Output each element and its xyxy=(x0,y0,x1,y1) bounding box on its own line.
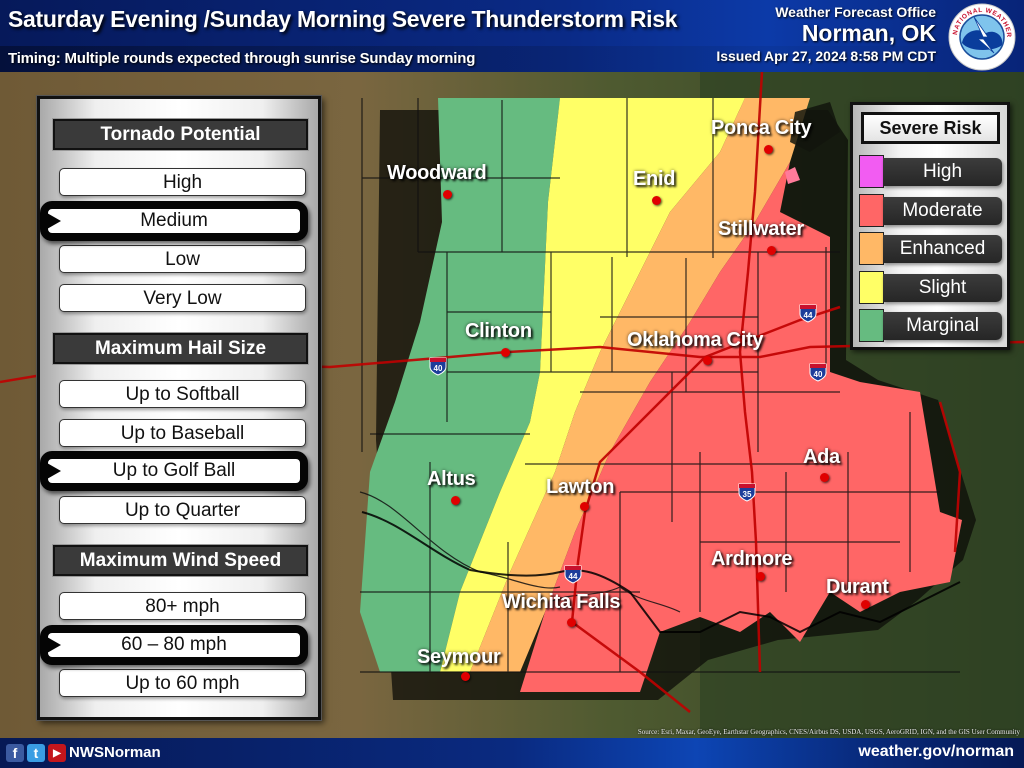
city-label-altus: Altus xyxy=(427,468,476,490)
hail-option-baseball: Up to Baseball xyxy=(59,419,306,447)
wind-speed-heading: Maximum Wind Speed xyxy=(53,545,308,576)
tornado-potential-heading: Tornado Potential xyxy=(53,119,308,150)
legend-label-enhanced: Enhanced xyxy=(883,235,1002,263)
hail-option-golf-ball-label: Up to Golf Ball xyxy=(112,460,236,481)
city-label-stillwater: Stillwater xyxy=(718,218,804,240)
city-dot-clinton xyxy=(501,348,510,357)
legend-item-moderate: Moderate xyxy=(859,194,1002,228)
interstate-44-north-shield-icon: 44 xyxy=(799,304,817,323)
city-label-wichita-falls: Wichita Falls xyxy=(502,591,621,613)
legend-label-moderate: Moderate xyxy=(883,197,1002,225)
legend-label-high: High xyxy=(883,158,1002,186)
city-label-seymour: Seymour xyxy=(417,646,501,668)
interstate-44-south-shield-icon: 44 xyxy=(564,565,582,584)
wind-option-60-80-selected: 60 – 80 mph xyxy=(40,625,308,665)
youtube-icon[interactable]: ▶ xyxy=(48,744,66,762)
legend-swatch-slight xyxy=(859,271,884,304)
legend-item-slight: Slight xyxy=(859,271,1002,305)
tornado-option-medium-selected: Medium xyxy=(40,201,308,241)
severe-risk-legend: Severe Risk High Moderate Enhanced Sligh… xyxy=(850,102,1010,350)
social-handle[interactable]: NWSNorman xyxy=(69,744,161,761)
interstate-40-west-shield-icon: 40 xyxy=(429,357,447,376)
website-link[interactable]: weather.gov/norman xyxy=(858,743,1014,761)
hail-option-quarter: Up to Quarter xyxy=(59,496,306,524)
city-label-ada: Ada xyxy=(803,446,840,468)
city-dot-woodward xyxy=(443,190,452,199)
wind-option-up-to-60: Up to 60 mph xyxy=(59,669,306,697)
footer-bar: f t ▶ NWSNorman weather.gov/norman xyxy=(0,738,1024,768)
svg-text:40: 40 xyxy=(434,364,443,373)
legend-label-marginal: Marginal xyxy=(883,312,1002,340)
map-attribution: Source: Esri, Maxar, GeoEye, Earthstar G… xyxy=(637,728,1020,736)
header-banner: Saturday Evening /Sunday Morning Severe … xyxy=(0,0,1024,72)
wind-option-60-80-label: 60 – 80 mph xyxy=(121,634,227,655)
svg-text:44: 44 xyxy=(569,572,578,581)
city-label-clinton: Clinton xyxy=(465,320,532,342)
hail-option-softball: Up to Softball xyxy=(59,380,306,408)
tornado-option-medium-label: Medium xyxy=(140,210,208,231)
nws-logo-icon: NATIONAL WEATHER SERVICE xyxy=(948,3,1016,71)
selection-arrow-icon xyxy=(47,463,61,479)
issued-timestamp: Issued Apr 27, 2024 8:58 PM CDT xyxy=(716,48,936,64)
hail-size-heading: Maximum Hail Size xyxy=(53,333,308,364)
city-label-woodward: Woodward xyxy=(387,162,487,184)
city-dot-lawton xyxy=(580,502,589,511)
facebook-icon[interactable]: f xyxy=(6,744,24,762)
legend-title: Severe Risk xyxy=(861,112,1000,144)
legend-swatch-marginal xyxy=(859,309,884,342)
city-dot-wichita-falls xyxy=(567,618,576,627)
city-label-ponca-city: Ponca City xyxy=(711,117,812,139)
legend-swatch-moderate xyxy=(859,194,884,227)
interstate-35-shield-icon: 35 xyxy=(738,483,756,502)
threat-panel: Tornado Potential High Medium Low Very L… xyxy=(37,96,321,720)
city-dot-enid xyxy=(652,196,661,205)
city-dot-oklahoma-city xyxy=(703,356,712,365)
legend-item-marginal: Marginal xyxy=(859,309,1002,343)
city-dot-altus xyxy=(451,496,460,505)
svg-text:44: 44 xyxy=(804,311,813,320)
tornado-option-low: Low xyxy=(59,245,306,273)
city-dot-ardmore xyxy=(756,572,765,581)
hail-option-golf-ball-selected: Up to Golf Ball xyxy=(40,451,308,491)
twitter-icon[interactable]: t xyxy=(27,744,45,762)
city-label-oklahoma-city: Oklahoma City xyxy=(627,329,764,351)
city-label-lawton: Lawton xyxy=(546,476,615,498)
city-dot-ada xyxy=(820,473,829,482)
legend-label-slight: Slight xyxy=(883,274,1002,302)
office-name: Norman, OK xyxy=(801,20,936,46)
svg-text:35: 35 xyxy=(743,490,752,499)
legend-item-enhanced: Enhanced xyxy=(859,232,1002,266)
legend-swatch-high xyxy=(859,155,884,188)
svg-text:40: 40 xyxy=(814,370,823,379)
city-dot-stillwater xyxy=(767,246,776,255)
selection-arrow-icon xyxy=(47,637,61,653)
city-label-durant: Durant xyxy=(826,576,889,598)
office-info: Weather Forecast Office Norman, OK Issue… xyxy=(716,4,936,66)
social-links: f t ▶ xyxy=(6,744,66,762)
wind-option-80-plus: 80+ mph xyxy=(59,592,306,620)
legend-item-high: High xyxy=(859,155,1002,189)
city-label-ardmore: Ardmore xyxy=(711,548,793,570)
selection-arrow-icon xyxy=(47,213,61,229)
legend-swatch-enhanced xyxy=(859,232,884,265)
timing-subtitle: Timing: Multiple rounds expected through… xyxy=(8,50,476,67)
tornado-option-very-low: Very Low xyxy=(59,284,306,312)
interstate-40-east-shield-icon: 40 xyxy=(809,363,827,382)
tornado-option-high: High xyxy=(59,168,306,196)
office-label: Weather Forecast Office xyxy=(775,4,936,20)
city-dot-ponca-city xyxy=(764,145,773,154)
city-label-enid: Enid xyxy=(633,168,676,190)
page-title: Saturday Evening /Sunday Morning Severe … xyxy=(8,6,678,32)
city-dot-seymour xyxy=(461,672,470,681)
city-dot-durant xyxy=(861,600,870,609)
